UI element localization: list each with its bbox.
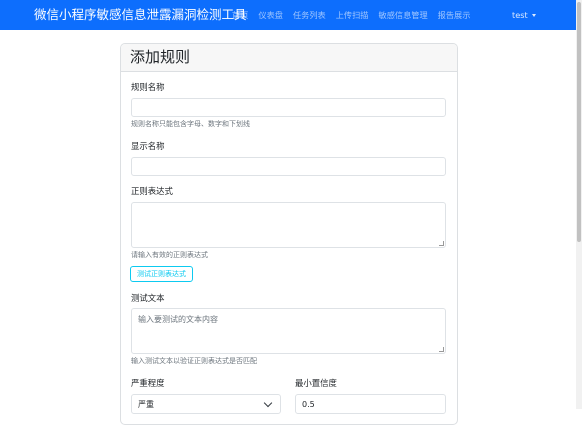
nav-item-tasks[interactable]: 任务列表 xyxy=(293,9,326,21)
caret-down-icon xyxy=(531,14,536,17)
resize-handle-icon[interactable] xyxy=(439,241,444,246)
nav-item-sensitive-info[interactable]: 敏感信息管理 xyxy=(379,9,428,21)
rule-name-help: 规则名称只能包含字母、数字和下划线 xyxy=(131,120,250,128)
page-title: 添加规则 xyxy=(130,48,191,66)
nav-item-reports[interactable]: 报告展示 xyxy=(438,9,471,21)
nav-item-dashboard[interactable]: 仪表盘 xyxy=(258,9,283,21)
display-name-input[interactable] xyxy=(131,157,446,176)
test-text-textarea[interactable] xyxy=(131,308,446,354)
regex-help: 请输入有效的正则表达式 xyxy=(131,251,208,259)
regex-textarea[interactable] xyxy=(131,202,446,248)
user-name: test xyxy=(512,10,528,20)
scrollbar-thumb[interactable] xyxy=(577,2,581,242)
test-regex-button[interactable]: 测试正则表达式 xyxy=(130,266,193,282)
nav-item-upload-scan[interactable]: 上传扫描 xyxy=(336,9,369,21)
chevron-down-icon xyxy=(263,398,273,408)
display-name-label: 显示名称 xyxy=(131,141,165,151)
severity-label: 严重程度 xyxy=(131,378,165,388)
rule-name-label: 规则名称 xyxy=(131,82,165,92)
nav-links: 首页 仪表盘 任务列表 上传扫描 敏感信息管理 报告展示 xyxy=(232,0,480,30)
severity-selected-value: 严重 xyxy=(138,400,154,409)
min-confidence-input[interactable] xyxy=(295,394,446,414)
test-text-help: 输入测试文本以验证正则表达式是否匹配 xyxy=(131,357,257,365)
rule-name-input[interactable] xyxy=(131,98,446,117)
regex-label: 正则表达式 xyxy=(131,186,173,196)
test-text-label: 测试文本 xyxy=(131,293,165,303)
card-header: 添加规则 xyxy=(121,44,457,72)
add-rule-card: 添加规则 规则名称 规则名称只能包含字母、数字和下划线 显示名称 正则表达式 请… xyxy=(120,43,458,425)
navbar: 微信小程序敏感信息泄露漏洞检测工具 首页 仪表盘 任务列表 上传扫描 敏感信息管… xyxy=(0,0,582,30)
min-confidence-label: 最小置信度 xyxy=(295,378,337,388)
page-scrollbar[interactable] xyxy=(576,0,582,409)
navbar-brand[interactable]: 微信小程序敏感信息泄露漏洞检测工具 xyxy=(34,0,247,30)
nav-item-home[interactable]: 首页 xyxy=(232,9,248,21)
user-menu-toggle[interactable]: test xyxy=(512,0,536,30)
resize-handle-icon[interactable] xyxy=(439,347,444,352)
severity-select[interactable]: 严重 xyxy=(131,394,281,414)
